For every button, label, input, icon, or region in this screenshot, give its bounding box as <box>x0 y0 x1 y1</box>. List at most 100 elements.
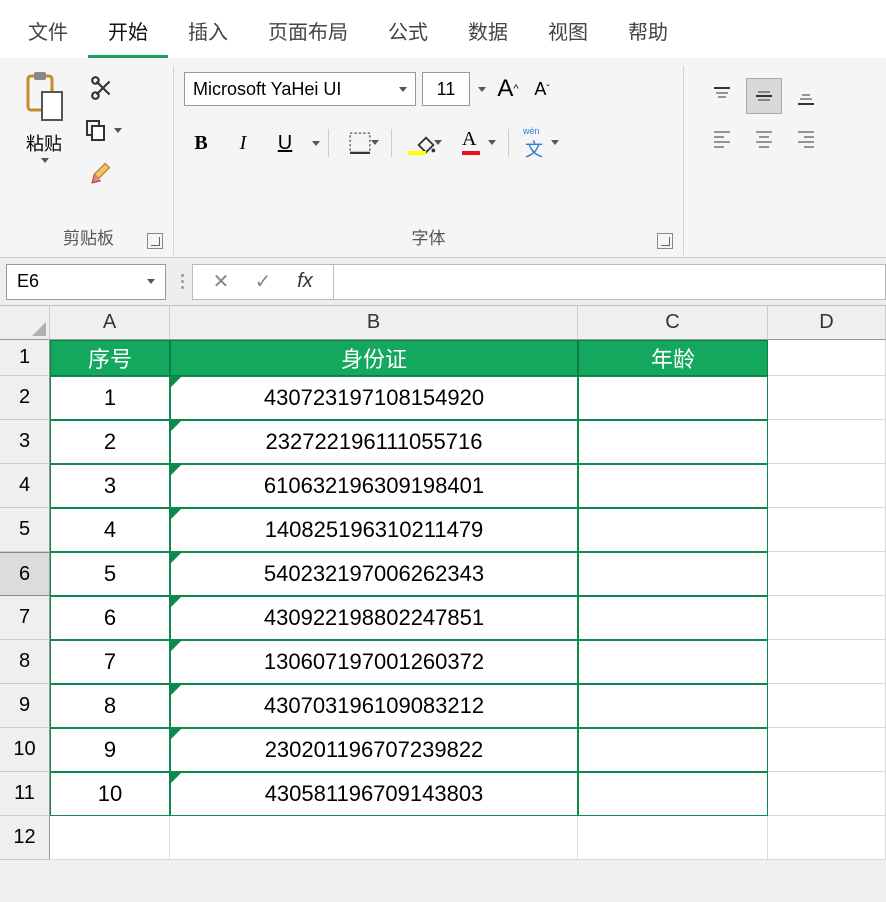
grow-font-button[interactable]: A^ <box>492 72 524 106</box>
align-top-button[interactable] <box>704 78 740 114</box>
cell-id[interactable]: 140825196310211479 <box>170 508 578 552</box>
cell-id[interactable]: 540232197006262343 <box>170 552 578 596</box>
cell-age[interactable] <box>578 508 768 552</box>
font-name-combo[interactable]: Microsoft YaHei UI <box>184 72 416 106</box>
cell-id[interactable]: 430703196109083212 <box>170 684 578 728</box>
cell[interactable] <box>578 816 768 860</box>
cell-id[interactable]: 130607197001260372 <box>170 640 578 684</box>
paste-button[interactable]: 粘贴 <box>14 66 74 167</box>
chevron-down-icon[interactable] <box>312 141 320 146</box>
row-header[interactable]: 2 <box>0 376 50 420</box>
cell-age[interactable] <box>578 376 768 420</box>
cell[interactable] <box>768 464 886 508</box>
cell[interactable] <box>768 640 886 684</box>
col-header-c[interactable]: C <box>578 306 768 340</box>
row-header[interactable]: 3 <box>0 420 50 464</box>
col-header-b[interactable]: B <box>170 306 578 340</box>
cell-age[interactable] <box>578 640 768 684</box>
cell-age[interactable] <box>578 420 768 464</box>
cell[interactable] <box>768 552 886 596</box>
cell-seq[interactable]: 8 <box>50 684 170 728</box>
format-painter-button[interactable] <box>84 156 122 188</box>
cell-age[interactable] <box>578 552 768 596</box>
fill-color-button[interactable] <box>400 126 446 160</box>
row-header[interactable]: 12 <box>0 816 50 860</box>
cut-button[interactable] <box>84 72 122 104</box>
phonetic-guide-button[interactable]: wén 文 <box>517 126 563 160</box>
cell-seq[interactable]: 3 <box>50 464 170 508</box>
cell[interactable] <box>50 816 170 860</box>
tab-insert[interactable]: 插入 <box>168 8 248 58</box>
cell[interactable] <box>768 340 886 376</box>
chevron-down-icon[interactable] <box>478 87 486 92</box>
cell[interactable] <box>768 376 886 420</box>
align-bottom-button[interactable] <box>788 78 824 114</box>
cell[interactable] <box>768 596 886 640</box>
cell-seq[interactable]: 9 <box>50 728 170 772</box>
row-header[interactable]: 4 <box>0 464 50 508</box>
tab-view[interactable]: 视图 <box>528 8 608 58</box>
insert-function-button[interactable]: fx <box>285 265 325 299</box>
font-size-combo[interactable]: 11 <box>422 72 470 106</box>
dialog-launcher-icon[interactable] <box>657 233 673 249</box>
cell-id[interactable]: 230201196707239822 <box>170 728 578 772</box>
borders-button[interactable] <box>337 126 383 160</box>
align-center-button[interactable] <box>746 120 782 156</box>
row-header[interactable]: 6 <box>0 552 50 596</box>
name-box[interactable]: E6 <box>6 264 166 300</box>
cell-id[interactable]: 232722196111055716 <box>170 420 578 464</box>
cell-seq[interactable]: 2 <box>50 420 170 464</box>
cell[interactable] <box>170 816 578 860</box>
cancel-formula-button[interactable]: ✕ <box>201 265 241 299</box>
tab-formulas[interactable]: 公式 <box>368 8 448 58</box>
cell-id[interactable]: 430922198802247851 <box>170 596 578 640</box>
dialog-launcher-icon[interactable] <box>147 233 163 249</box>
header-age[interactable]: 年龄 <box>578 340 768 376</box>
select-all-corner[interactable] <box>0 306 50 340</box>
cell-age[interactable] <box>578 596 768 640</box>
cell-id[interactable]: 430723197108154920 <box>170 376 578 420</box>
cell[interactable] <box>768 772 886 816</box>
formula-input[interactable] <box>334 264 886 300</box>
header-seq[interactable]: 序号 <box>50 340 170 376</box>
font-color-button[interactable]: A <box>454 126 500 160</box>
italic-button[interactable]: I <box>226 126 260 160</box>
cell[interactable] <box>768 420 886 464</box>
col-header-d[interactable]: D <box>768 306 886 340</box>
row-header[interactable]: 7 <box>0 596 50 640</box>
accept-formula-button[interactable]: ✓ <box>243 265 283 299</box>
cell[interactable] <box>768 508 886 552</box>
bold-button[interactable]: B <box>184 126 218 160</box>
cell-seq[interactable]: 1 <box>50 376 170 420</box>
tab-help[interactable]: 帮助 <box>608 8 688 58</box>
shrink-font-button[interactable]: Aˇ <box>526 72 558 106</box>
cell-id[interactable]: 610632196309198401 <box>170 464 578 508</box>
cell-age[interactable] <box>578 464 768 508</box>
row-header[interactable]: 8 <box>0 640 50 684</box>
cell[interactable] <box>768 816 886 860</box>
tab-layout[interactable]: 页面布局 <box>248 8 368 58</box>
row-header[interactable]: 5 <box>0 508 50 552</box>
col-header-a[interactable]: A <box>50 306 170 340</box>
cell-age[interactable] <box>578 684 768 728</box>
align-left-button[interactable] <box>704 120 740 156</box>
row-header[interactable]: 11 <box>0 772 50 816</box>
tab-data[interactable]: 数据 <box>448 8 528 58</box>
cell-age[interactable] <box>578 728 768 772</box>
cell[interactable] <box>768 728 886 772</box>
cell-seq[interactable]: 7 <box>50 640 170 684</box>
tab-home[interactable]: 开始 <box>88 8 168 58</box>
align-middle-button[interactable] <box>746 78 782 114</box>
cell[interactable] <box>768 684 886 728</box>
cell-seq[interactable]: 10 <box>50 772 170 816</box>
copy-button[interactable] <box>84 114 122 146</box>
header-id[interactable]: 身份证 <box>170 340 578 376</box>
cell-id[interactable]: 430581196709143803 <box>170 772 578 816</box>
underline-button[interactable]: U <box>268 126 302 160</box>
cell-seq[interactable]: 5 <box>50 552 170 596</box>
row-header[interactable]: 10 <box>0 728 50 772</box>
align-right-button[interactable] <box>788 120 824 156</box>
cell-age[interactable] <box>578 772 768 816</box>
tab-file[interactable]: 文件 <box>8 8 88 58</box>
row-header[interactable]: 9 <box>0 684 50 728</box>
